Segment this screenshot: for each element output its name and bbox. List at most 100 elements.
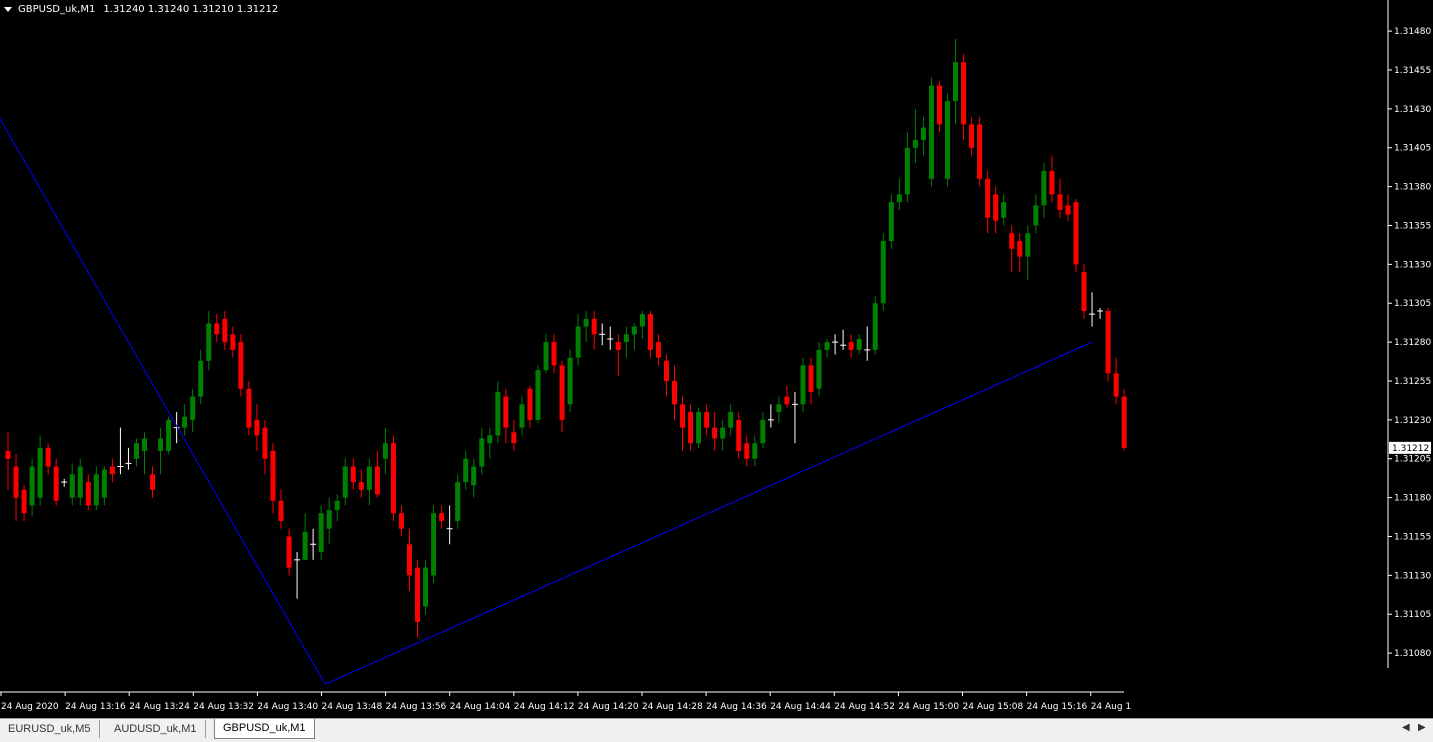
candle-body <box>1073 202 1079 265</box>
candle-body <box>704 412 710 428</box>
candle-body <box>423 567 429 607</box>
candle-body <box>511 432 517 444</box>
y-tick-label: 1.31405 <box>1394 144 1431 154</box>
x-tick-label: 24 Aug 13:56 <box>386 702 447 712</box>
candle-body <box>712 427 718 439</box>
candle-body <box>720 427 726 439</box>
candle-body <box>977 124 983 179</box>
candle-body <box>382 443 388 459</box>
candle-body <box>1121 396 1127 448</box>
candle-body <box>45 447 51 467</box>
candle-body <box>848 342 854 350</box>
candle-body <box>961 62 967 125</box>
candle-body <box>920 127 926 140</box>
y-tick-label: 1.31180 <box>1394 494 1431 504</box>
candle-body <box>302 531 308 560</box>
tab-audusd[interactable]: AUDUSD_uk,M1 <box>106 720 206 738</box>
x-tick-label: 24 Aug 14:20 <box>578 702 639 712</box>
candle-body <box>663 360 669 381</box>
candle-body <box>77 466 83 498</box>
y-tick-label: 1.31280 <box>1394 338 1431 348</box>
candle-body <box>463 458 469 483</box>
current-price-label: 1.31212 <box>1392 444 1429 454</box>
chart-tab-bar: EURUSD_uk,M5 AUDUSD_uk,M1 GBPUSD_uk,M1 ◀… <box>0 718 1433 742</box>
chart-header: GBPUSD_uk,M1 1.31240 1.31240 1.31210 1.3… <box>4 4 278 15</box>
candle-body <box>366 466 372 490</box>
candle-body <box>133 443 139 459</box>
candle-body <box>1001 202 1007 218</box>
candle-body <box>374 466 380 495</box>
candle-body <box>198 360 204 397</box>
candle-body <box>101 469 107 498</box>
candle-body <box>535 370 541 420</box>
candle-body <box>904 147 910 195</box>
tab-gbpusd[interactable]: GBPUSD_uk,M1 <box>214 719 315 739</box>
candle-body <box>559 365 565 420</box>
candle-body <box>591 318 597 335</box>
candle-body <box>808 365 814 392</box>
candle-body <box>5 450 11 459</box>
x-tick-label: 24 Aug 14:04 <box>450 702 511 712</box>
candle-body <box>182 416 188 428</box>
candle-body <box>398 513 404 529</box>
candle-body <box>1041 171 1047 206</box>
candle-body <box>760 419 766 444</box>
y-tick-label: 1.31380 <box>1394 183 1431 193</box>
candle-body <box>1105 311 1111 374</box>
left-arrow-icon[interactable]: ◀ <box>1402 722 1410 733</box>
candle-body <box>13 466 19 498</box>
candle-body <box>912 139 918 148</box>
y-tick-label: 1.31330 <box>1394 260 1431 270</box>
y-tick-label: 1.31355 <box>1394 221 1431 231</box>
y-tick-label: 1.31230 <box>1394 416 1431 426</box>
candle-body <box>928 85 934 179</box>
symbol-label: GBPUSD_uk,M1 <box>18 4 96 15</box>
candle-body <box>318 513 324 553</box>
candle-body <box>519 404 525 428</box>
right-arrow-icon[interactable]: ▶ <box>1418 722 1426 733</box>
candle-body <box>752 443 758 459</box>
candle-body <box>784 396 790 405</box>
candle-body <box>583 318 589 327</box>
candle-body <box>543 342 549 371</box>
candle-body <box>350 466 356 483</box>
x-tick-label: 24 Aug 13:40 <box>257 702 318 712</box>
candle-body <box>254 419 260 436</box>
candle-body <box>736 419 742 451</box>
candle-body <box>29 466 35 506</box>
tab-eurusd[interactable]: EURUSD_uk,M5 <box>0 720 100 738</box>
y-tick-label: 1.31455 <box>1394 66 1431 76</box>
y-tick-label: 1.31080 <box>1394 649 1431 659</box>
candle-body <box>945 101 951 179</box>
candle-body <box>270 450 276 501</box>
candle-body <box>109 466 115 475</box>
chart-area[interactable]: 1.31480 1.31455 1.31430 1.31405 1.31380 1.313… <box>0 0 1433 718</box>
x-tick-label: 24 Aug 13:24 <box>129 702 190 712</box>
candle-body <box>639 314 645 327</box>
candle-body <box>680 404 686 428</box>
candle-body <box>969 124 975 148</box>
candlestick-chart[interactable]: 1.31480 1.31455 1.31430 1.31405 1.31380 1.313… <box>0 0 1433 718</box>
candle-body <box>286 536 292 568</box>
x-tick-label: 24 Aug 14:36 <box>706 702 767 712</box>
candle-body <box>407 544 412 576</box>
candle-body <box>455 482 461 521</box>
y-tick-label: 1.31480 <box>1394 27 1431 37</box>
candle-body <box>85 482 91 506</box>
candle-body <box>985 178 991 218</box>
candle-body <box>431 513 437 576</box>
candle-body <box>575 326 581 358</box>
candle-body <box>647 314 653 350</box>
trendline <box>0 117 326 685</box>
candle-body <box>415 567 421 623</box>
x-tick-label: 24 Aug 15:00 <box>898 702 959 712</box>
candle-body <box>158 438 164 451</box>
candle-body <box>53 466 59 501</box>
candle-body <box>93 474 99 506</box>
triangle-down-icon[interactable] <box>4 7 12 12</box>
y-tick-label: 1.31255 <box>1394 377 1431 387</box>
candle-body <box>390 443 396 514</box>
candle-body <box>1081 272 1087 312</box>
x-tick-label: 24 Aug 14:44 <box>770 702 831 712</box>
candle-body <box>567 357 573 405</box>
